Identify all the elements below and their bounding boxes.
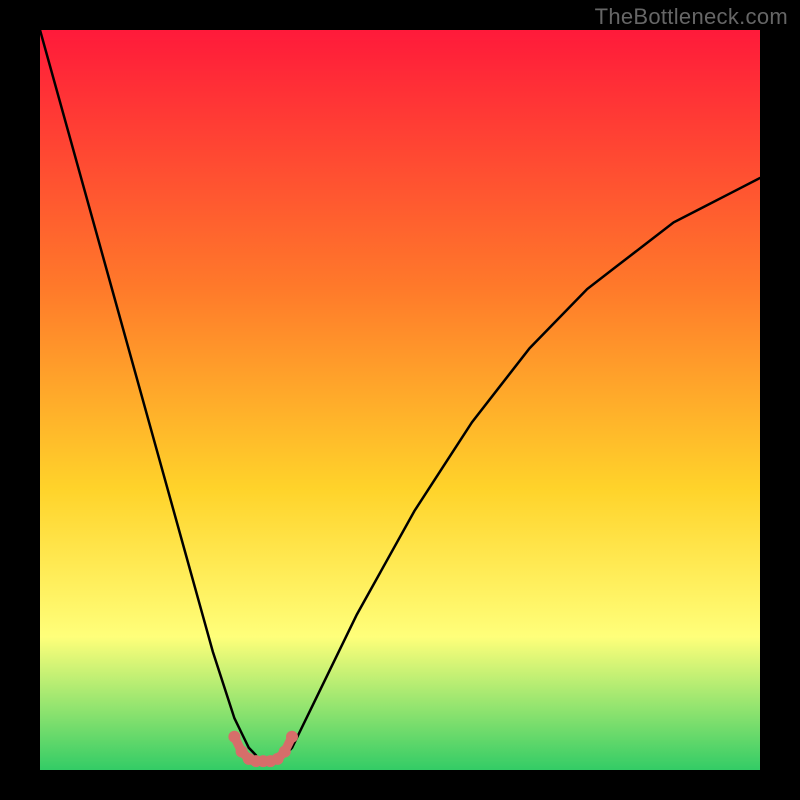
chart-svg	[40, 30, 760, 770]
gradient-background	[40, 30, 760, 770]
plot-area	[40, 30, 760, 770]
valley-dot	[279, 746, 291, 758]
valley-dot	[286, 731, 298, 743]
chart-root: TheBottleneck.com	[0, 0, 800, 800]
watermark-text: TheBottleneck.com	[595, 4, 788, 30]
valley-dot	[228, 731, 240, 743]
